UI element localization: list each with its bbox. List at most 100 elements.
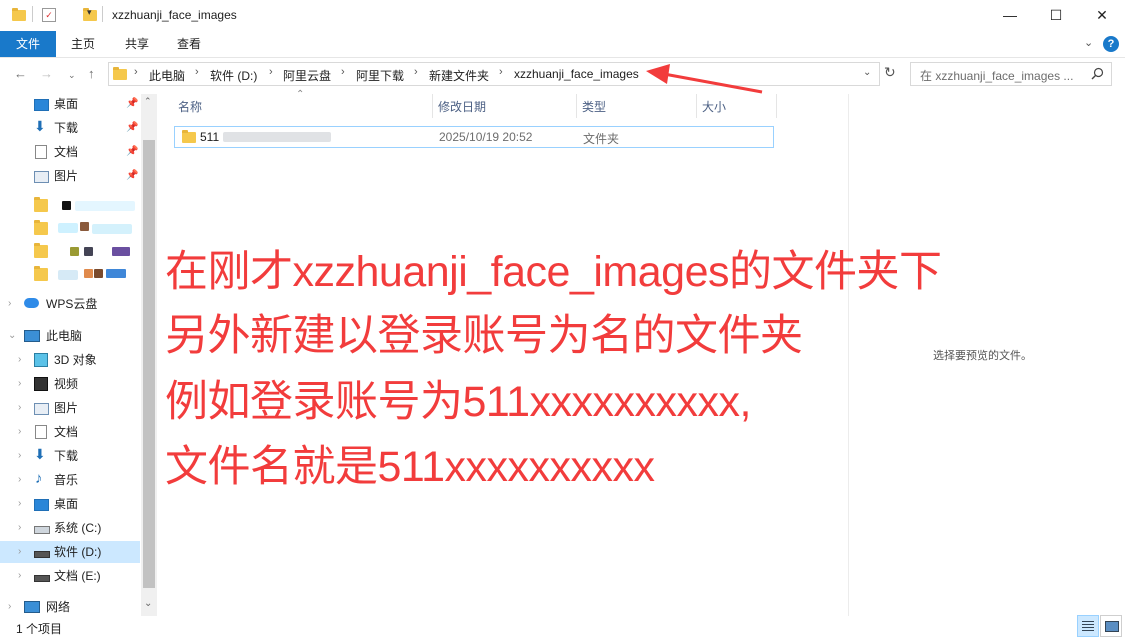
nav-item-redacted[interactable] [0, 262, 140, 284]
redaction-mark [92, 224, 132, 234]
preview-divider[interactable] [848, 94, 849, 616]
computer-icon [24, 330, 40, 342]
nav-item-desktop-pc[interactable]: › 桌面 [0, 493, 140, 515]
breadcrumb-separator-icon[interactable]: › [195, 66, 199, 78]
nav-item-desktop[interactable]: 桌面 📌 [0, 93, 140, 115]
nav-item-drive-e[interactable]: › 文档 (E:) [0, 565, 140, 587]
chevron-right-icon[interactable]: › [18, 517, 21, 539]
forward-arrow-icon[interactable]: → [40, 66, 53, 81]
nav-item-pictures-pc[interactable]: › 图片 [0, 397, 140, 419]
large-icons-view-button[interactable] [1100, 615, 1122, 637]
pin-icon[interactable]: 📌 [126, 165, 138, 187]
column-divider[interactable] [776, 94, 777, 118]
redaction-mark [80, 222, 89, 231]
breadcrumb-current[interactable]: xzzhuanji_face_images [514, 67, 639, 81]
column-type[interactable]: 类型 [582, 98, 606, 115]
nav-item-downloads[interactable]: ⬇ 下载 📌 [0, 117, 140, 139]
chevron-down-icon[interactable]: ⌄ [8, 325, 16, 347]
pin-icon[interactable]: 📌 [126, 141, 138, 163]
chevron-right-icon[interactable]: › [18, 397, 21, 419]
chevron-right-icon[interactable]: › [18, 445, 21, 467]
recent-locations-chevron-icon[interactable]: ⌄ [68, 70, 76, 81]
nav-item-downloads-pc[interactable]: › ⬇ 下载 [0, 445, 140, 467]
scroll-down-chevron-icon[interactable]: ⌄ [144, 598, 152, 609]
breadcrumb-ali-download[interactable]: 阿里下载 [356, 67, 404, 84]
breadcrumb-new-folder[interactable]: 新建文件夹 [429, 67, 489, 84]
column-name[interactable]: 名称 [178, 98, 202, 115]
tab-file[interactable]: 文件 [0, 31, 56, 57]
chevron-right-icon[interactable]: › [18, 541, 21, 563]
breadcrumb-this-pc[interactable]: 此电脑 [149, 67, 185, 84]
nav-item-network[interactable]: › 网络 [0, 596, 140, 618]
customize-toolbar-chevron-icon[interactable]: ▾ [87, 7, 92, 18]
nav-item-pictures[interactable]: 图片 📌 [0, 165, 140, 187]
close-button[interactable]: ✕ [1079, 0, 1125, 31]
nav-item-3d-objects[interactable]: › 3D 对象 [0, 349, 140, 371]
column-divider[interactable] [576, 94, 577, 118]
breadcrumb-aliyun[interactable]: 阿里云盘 [283, 67, 331, 84]
nav-item-redacted[interactable] [0, 216, 140, 238]
pin-icon[interactable]: 📌 [126, 117, 138, 139]
minimize-button[interactable]: — [987, 0, 1033, 31]
breadcrumb-separator-icon[interactable]: › [499, 66, 503, 78]
expand-ribbon-chevron-icon[interactable]: ⌄ [1084, 36, 1093, 49]
chevron-right-icon[interactable]: › [8, 293, 11, 315]
nav-item-videos[interactable]: › 视频 [0, 373, 140, 395]
search-icon[interactable] [1091, 67, 1104, 80]
breadcrumb-separator-icon[interactable]: › [269, 66, 273, 78]
large-icons-view-icon [1105, 621, 1119, 632]
breadcrumb-separator-icon[interactable]: › [414, 66, 418, 78]
maximize-button[interactable]: ☐ [1033, 0, 1079, 31]
nav-item-redacted[interactable] [0, 239, 140, 261]
drive-icon [34, 526, 50, 534]
separator [102, 6, 103, 22]
nav-item-drive-d[interactable]: › 软件 (D:) [0, 541, 140, 563]
redaction-mark [58, 223, 78, 233]
annotation-line-2: 另外新建以登录账号为名的文件夹 [165, 312, 803, 360]
breadcrumb-separator-icon[interactable]: › [134, 66, 138, 78]
annotation-arrow-icon [646, 64, 763, 94]
tab-home[interactable]: 主页 [58, 31, 108, 57]
nav-item-wps-cloud[interactable]: › WPS云盘 [0, 293, 140, 315]
chevron-right-icon[interactable]: › [18, 421, 21, 443]
search-box[interactable]: 在 xzzhuanji_face_images ... [910, 62, 1112, 86]
back-arrow-icon[interactable]: ← [14, 66, 27, 81]
chevron-right-icon[interactable]: › [18, 493, 21, 515]
chevron-right-icon[interactable]: › [18, 373, 21, 395]
breadcrumb-drive-d[interactable]: 软件 (D:) [210, 67, 257, 84]
table-row[interactable]: 511 2025/10/19 20:52 文件夹 [174, 126, 774, 148]
chevron-right-icon[interactable]: › [8, 596, 11, 618]
annotation-line-3: 例如登录账号为511xxxxxxxxxx, [165, 378, 752, 426]
scroll-up-chevron-icon[interactable]: ⌃ [144, 96, 152, 107]
folder-icon [34, 197, 48, 212]
redaction-mark [58, 270, 78, 280]
breadcrumb-separator-icon[interactable]: › [341, 66, 345, 78]
pictures-icon [34, 171, 49, 183]
properties-icon[interactable]: ✓ [42, 8, 56, 22]
nav-scrollbar-thumb[interactable] [143, 140, 155, 588]
download-arrow-icon: ⬇ [34, 446, 46, 462]
chevron-right-icon[interactable]: › [18, 565, 21, 587]
column-size[interactable]: 大小 [702, 98, 726, 115]
tab-share[interactable]: 共享 [112, 31, 162, 57]
column-divider[interactable] [696, 94, 697, 118]
document-icon [35, 145, 47, 159]
help-icon[interactable]: ? [1103, 36, 1119, 52]
nav-item-music[interactable]: › ♪ 音乐 [0, 469, 140, 491]
up-arrow-icon[interactable]: ↑ [88, 66, 95, 81]
redaction-mark [106, 269, 126, 278]
nav-item-drive-c[interactable]: › 系统 (C:) [0, 517, 140, 539]
nav-item-this-pc[interactable]: ⌄ 此电脑 [0, 325, 140, 347]
chevron-right-icon[interactable]: › [18, 349, 21, 371]
column-divider[interactable] [432, 94, 433, 118]
refresh-icon[interactable]: ↻ [884, 64, 896, 81]
column-modified[interactable]: 修改日期 [438, 98, 486, 115]
nav-item-documents[interactable]: 文档 📌 [0, 141, 140, 163]
nav-item-redacted[interactable] [0, 193, 140, 215]
details-view-button[interactable] [1077, 615, 1099, 637]
nav-item-documents-pc[interactable]: › 文档 [0, 421, 140, 443]
pin-icon[interactable]: 📌 [126, 93, 138, 115]
chevron-right-icon[interactable]: › [18, 469, 21, 491]
address-dropdown-chevron-icon[interactable]: ⌄ [863, 67, 871, 78]
tab-view[interactable]: 查看 [164, 31, 214, 57]
